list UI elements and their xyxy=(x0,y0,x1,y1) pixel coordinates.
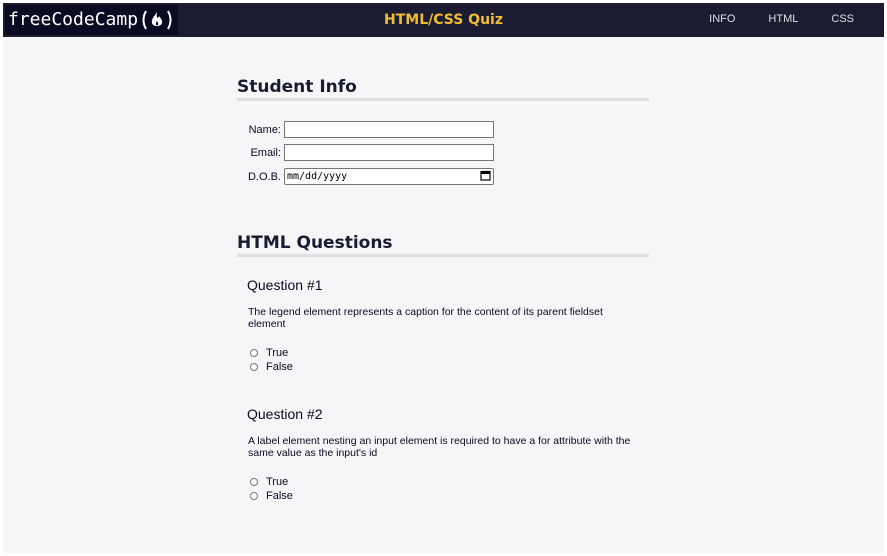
dob-row: D.O.B. mm/dd/yyyy xyxy=(237,168,494,185)
calendar-icon[interactable] xyxy=(480,170,491,184)
page-frame: HTML/CSS Quiz freeCodeCamp INFO HTML CSS… xyxy=(3,3,884,553)
question-1-option-false[interactable]: False xyxy=(250,361,293,373)
dob-label: D.O.B. xyxy=(247,170,281,183)
question-1-text: The legend element represents a caption … xyxy=(248,306,603,330)
name-input[interactable] xyxy=(284,121,494,138)
html-questions-heading: HTML Questions xyxy=(237,233,649,257)
nav-link-info[interactable]: INFO xyxy=(709,3,735,37)
question-2-option-false[interactable]: False xyxy=(250,490,293,502)
option-label: False xyxy=(266,490,293,502)
email-row: Email: xyxy=(237,144,494,161)
nav-link-css[interactable]: CSS xyxy=(831,3,854,37)
question-2-option-true[interactable]: True xyxy=(250,476,288,488)
question-1-option-true[interactable]: True xyxy=(250,347,288,359)
option-label: True xyxy=(266,476,289,488)
email-input[interactable] xyxy=(284,144,494,161)
dob-placeholder: mm/dd/yyyy xyxy=(287,171,348,182)
email-label: Email: xyxy=(250,146,281,159)
nav-link-html[interactable]: HTML xyxy=(768,3,798,37)
question-2-title: Question #2 xyxy=(247,406,323,422)
name-label: Name: xyxy=(248,123,281,136)
dob-date-input[interactable]: mm/dd/yyyy xyxy=(284,168,494,185)
option-label: False xyxy=(266,361,293,373)
logo-flame-icon xyxy=(140,9,174,31)
option-label: True xyxy=(266,347,289,359)
navbar: HTML/CSS Quiz freeCodeCamp INFO HTML CSS xyxy=(3,3,884,37)
radio-button[interactable] xyxy=(250,349,258,357)
radio-button[interactable] xyxy=(250,478,258,486)
radio-button[interactable] xyxy=(250,492,258,500)
nav-links: INFO HTML CSS xyxy=(676,3,854,37)
logo-text: freeCodeCamp xyxy=(8,9,139,30)
question-1-title: Question #1 xyxy=(247,277,323,293)
student-info-heading: Student Info xyxy=(237,77,649,101)
question-2-text: A label element nesting an input element… xyxy=(248,435,631,459)
name-row: Name: xyxy=(237,121,494,138)
freecodecamp-logo[interactable]: freeCodeCamp xyxy=(5,5,179,35)
radio-button[interactable] xyxy=(250,363,258,371)
